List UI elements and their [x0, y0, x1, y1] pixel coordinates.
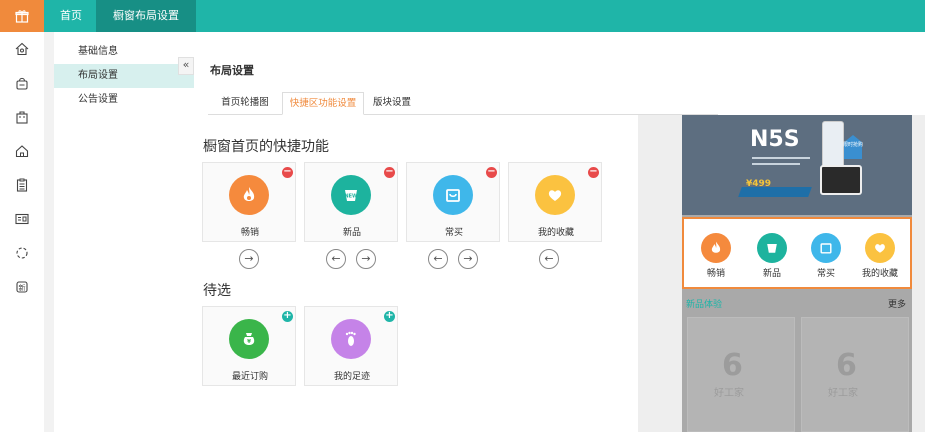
product-logo: 6: [722, 348, 743, 383]
cart-icon: [811, 233, 841, 263]
svg-text:¥: ¥: [247, 339, 251, 345]
page-title: 布局设置: [210, 64, 254, 77]
banner-title: N5S: [750, 127, 800, 152]
product-text: 好工家: [828, 388, 858, 399]
product-logo: 6: [836, 348, 857, 383]
pending-card-label: 我的足迹: [333, 372, 370, 382]
preview-quick-bar: 畅销 新品 常买 我的收藏: [682, 217, 912, 289]
cart-icon: [433, 175, 473, 215]
quick-card-label: 我的收藏: [537, 228, 574, 238]
fire-icon: [701, 233, 731, 263]
preview-quick-label: 常买: [816, 269, 835, 279]
fire-icon: [229, 175, 269, 215]
move-right-button[interactable]: →: [356, 249, 376, 269]
product-text: 好工家: [714, 388, 744, 399]
gutter: [44, 32, 54, 432]
quick-card-label: 新品: [342, 228, 361, 238]
move-right-button[interactable]: →: [239, 249, 259, 269]
phone-preview: N5S ¥499 限时抢购 畅销 新品 常买 我的收藏 新品体验 更多 6 好工…: [682, 115, 912, 432]
preview-quick-favorites[interactable]: 我的收藏: [854, 233, 906, 279]
move-left-button[interactable]: ←: [539, 249, 559, 269]
id-card-icon[interactable]: [13, 210, 31, 228]
main-panel: 布局设置 首页轮播图 快捷区功能设置 版块设置 橱窗首页的快捷功能 畅销 − N…: [194, 32, 925, 432]
move-left-button[interactable]: ←: [326, 249, 346, 269]
gift-icon: [15, 10, 29, 23]
quick-card-new[interactable]: NEW 新品 −: [304, 162, 398, 242]
move-right-button[interactable]: →: [458, 249, 478, 269]
home-icon[interactable]: [13, 40, 31, 58]
svg-text:NEW: NEW: [344, 194, 358, 200]
footprint-icon: [331, 319, 371, 359]
preview-product-card[interactable]: 6 好工家: [687, 317, 795, 432]
menu-item-basic-info[interactable]: 基础信息: [54, 40, 194, 64]
heart-icon: [865, 233, 895, 263]
menu-item-notice-settings[interactable]: 公告设置: [54, 88, 194, 112]
preview-quick-frequent[interactable]: 常买: [800, 233, 852, 279]
new-section-title: 新品体验: [686, 300, 723, 310]
loading-icon[interactable]: [13, 244, 31, 262]
add-icon[interactable]: +: [282, 311, 293, 322]
collapse-menu-button[interactable]: «: [178, 57, 194, 75]
remove-icon[interactable]: −: [384, 167, 395, 178]
tab-home-carousel[interactable]: 首页轮播图: [208, 92, 282, 115]
preview-quick-bestseller[interactable]: 畅销: [690, 233, 742, 279]
pending-card-footprints[interactable]: 我的足迹 +: [304, 306, 398, 386]
tab-section-settings[interactable]: 版块设置: [364, 92, 420, 115]
tab-quick-area[interactable]: 快捷区功能设置: [282, 92, 364, 115]
document-icon[interactable]: [13, 176, 31, 194]
heart-icon: [535, 175, 575, 215]
pending-card-label: 最近订购: [231, 372, 268, 382]
quick-card-label: 常买: [444, 228, 463, 238]
preview-quick-label: 我的收藏: [861, 269, 898, 279]
preview-product-card[interactable]: 6 好工家: [801, 317, 909, 432]
move-left-button[interactable]: ←: [428, 249, 448, 269]
new-tag-icon: NEW: [331, 175, 371, 215]
top-bar: 首页 橱窗布局设置: [0, 0, 925, 32]
preview-quick-new[interactable]: 新品: [746, 233, 798, 279]
quick-settings-area: 橱窗首页的快捷功能 畅销 − NEW 新品 − 常买 − 我的收藏 − → ← …: [194, 115, 638, 432]
remove-icon[interactable]: −: [588, 167, 599, 178]
banner-badge: 限时抢购: [842, 142, 863, 148]
new-tag-icon: [757, 233, 787, 263]
preview-quick-label: 新品: [762, 269, 781, 279]
more-link[interactable]: 更多: [888, 297, 906, 310]
tab-bar: 首页轮播图 快捷区功能设置 版块设置: [208, 92, 718, 115]
preview-quick-label: 畅销: [706, 269, 725, 279]
preview-banner[interactable]: N5S ¥499 限时抢购: [682, 115, 912, 215]
logo[interactable]: [0, 0, 44, 32]
quick-card-favorites[interactable]: 我的收藏 −: [508, 162, 602, 242]
remove-icon[interactable]: −: [282, 167, 293, 178]
quick-card-frequent[interactable]: 常买 −: [406, 162, 500, 242]
preview-new-header: 新品体验 更多: [682, 293, 912, 313]
svg-text:新: 新: [19, 283, 26, 292]
add-icon[interactable]: +: [384, 311, 395, 322]
menu-item-layout-settings[interactable]: 布局设置: [54, 64, 194, 88]
pending-card-recent-orders[interactable]: ¥ 最近订购 +: [202, 306, 296, 386]
nav-home[interactable]: 首页: [46, 0, 96, 32]
bag-icon[interactable]: [13, 74, 31, 92]
house-icon[interactable]: [13, 142, 31, 160]
quick-card-bestseller[interactable]: 畅销 −: [202, 162, 296, 242]
news-icon[interactable]: 新: [13, 278, 31, 296]
pending-section-title: 待选: [203, 283, 231, 299]
quick-card-label: 畅销: [240, 228, 259, 238]
nav-layout-settings[interactable]: 橱窗布局设置: [96, 0, 196, 32]
remove-icon[interactable]: −: [486, 167, 497, 178]
settings-menu: 基础信息 布局设置 公告设置: [54, 32, 194, 432]
shopping-bag-icon[interactable]: [13, 108, 31, 126]
quick-section-title: 橱窗首页的快捷功能: [203, 139, 329, 155]
money-bag-icon: ¥: [229, 319, 269, 359]
icon-sidebar: 新: [0, 32, 44, 432]
